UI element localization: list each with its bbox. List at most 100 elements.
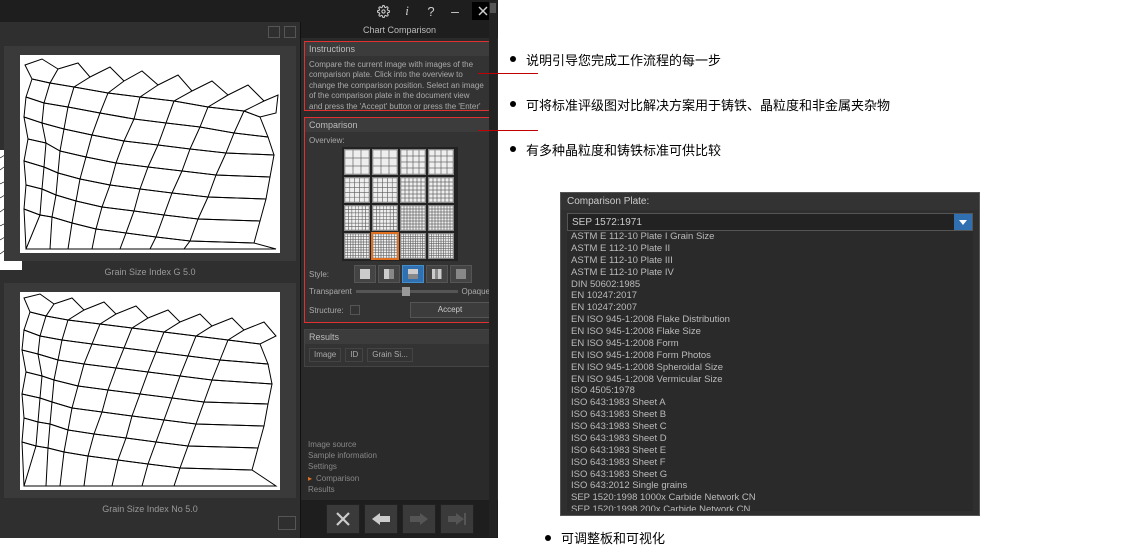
comparison-cell[interactable] bbox=[428, 205, 454, 231]
dropdown-item[interactable]: ISO 643:1983 Sheet G bbox=[567, 469, 973, 481]
bullet-icon bbox=[510, 146, 516, 152]
step-comparison[interactable]: Comparison bbox=[316, 473, 359, 484]
structure-value[interactable] bbox=[350, 305, 360, 315]
instructions-scrollbar[interactable] bbox=[489, 1, 497, 537]
callout-3-text: 有多种晶粒度和铸铁标准可供比较 bbox=[526, 140, 721, 159]
dropdown-item[interactable]: EN 10247:2007 bbox=[567, 302, 973, 314]
thumbnail-toggle-icon[interactable] bbox=[278, 516, 296, 530]
dropdown-item[interactable]: EN ISO 945-1:2008 Form bbox=[567, 338, 973, 350]
accept-button[interactable]: Accept bbox=[410, 302, 490, 318]
view-toggle-2[interactable] bbox=[284, 26, 296, 38]
comparison-cell[interactable] bbox=[372, 149, 398, 175]
dropdown-item[interactable]: ISO 643:1983 Sheet F bbox=[567, 457, 973, 469]
titlebar: i ? – bbox=[0, 0, 498, 22]
results-col-grain: Grain Si... bbox=[367, 348, 413, 362]
results-header: Results bbox=[305, 330, 494, 344]
step-image-source[interactable]: Image source bbox=[308, 439, 356, 450]
comparison-cell[interactable] bbox=[372, 233, 398, 259]
comparison-cell[interactable] bbox=[400, 205, 426, 231]
dropdown-item[interactable]: EN ISO 945-1:2008 Form Photos bbox=[567, 350, 973, 362]
dropdown-item[interactable]: SEP 1520:1998 1000x Carbide Network CN bbox=[567, 492, 973, 504]
transparent-label: Transparent bbox=[309, 287, 352, 296]
instructions-text: Compare the current image with images of… bbox=[305, 56, 494, 110]
style-option-3[interactable] bbox=[402, 265, 424, 283]
dropdown-header: Comparison Plate: bbox=[561, 193, 979, 210]
info-icon[interactable]: i bbox=[400, 4, 414, 18]
style-option-1[interactable] bbox=[354, 265, 376, 283]
dropdown-item[interactable]: ISO 643:1983 Sheet D bbox=[567, 433, 973, 445]
comparison-cell[interactable] bbox=[428, 149, 454, 175]
dropdown-item[interactable]: ASTM E 112-10 Plate I Grain Size bbox=[567, 231, 973, 243]
sample-image-bottom[interactable] bbox=[4, 283, 296, 498]
help-icon[interactable]: ? bbox=[424, 4, 438, 18]
dropdown-item[interactable]: ISO 643:1983 Sheet A bbox=[567, 397, 973, 409]
back-button[interactable] bbox=[364, 504, 398, 534]
comparison-cell[interactable] bbox=[372, 177, 398, 203]
overview-label: Overview: bbox=[309, 136, 490, 145]
comparison-header: Comparison bbox=[305, 118, 494, 132]
workflow-steps: Image source Sample information Settings… bbox=[304, 437, 495, 497]
opaque-label: Opaque bbox=[462, 287, 490, 296]
dropdown-item[interactable]: EN ISO 945-1:2008 Flake Size bbox=[567, 326, 973, 338]
comparison-cell[interactable] bbox=[400, 149, 426, 175]
style-option-5[interactable] bbox=[450, 265, 472, 283]
dropdown-select[interactable]: SEP 1572:1971 bbox=[567, 213, 973, 231]
comparison-cell[interactable] bbox=[372, 205, 398, 231]
step-results[interactable]: Results bbox=[308, 484, 335, 495]
chevron-down-icon[interactable] bbox=[954, 214, 972, 230]
dropdown-item[interactable]: EN 10247:2017 bbox=[567, 290, 973, 302]
dropdown-item[interactable]: ASTM E 112-10 Plate II bbox=[567, 243, 973, 255]
comparison-plate-dropdown: Comparison Plate: SEP 1572:1971 ASTM E 1… bbox=[560, 192, 980, 516]
dropdown-item[interactable]: ASTM E 112-10 Plate III bbox=[567, 255, 973, 267]
callout-1-text: 说明引导您完成工作流程的每一步 bbox=[526, 50, 721, 69]
dropdown-item[interactable]: EN ISO 945-1:2008 Flake Distribution bbox=[567, 314, 973, 326]
dropdown-list[interactable]: ASTM E 112-10 Plate I Grain SizeASTM E 1… bbox=[567, 231, 973, 511]
style-option-2[interactable] bbox=[378, 265, 400, 283]
comparison-box: Comparison Overview: Style: bbox=[304, 117, 495, 323]
grain-pattern-icon bbox=[20, 55, 280, 253]
dropdown-item[interactable]: ISO 643:1983 Sheet E bbox=[567, 445, 973, 457]
minimize-icon[interactable]: – bbox=[448, 4, 462, 18]
cancel-button[interactable] bbox=[326, 504, 360, 534]
dropdown-item[interactable]: ASTM E 112-10 Plate IV bbox=[567, 267, 973, 279]
style-option-4[interactable] bbox=[426, 265, 448, 283]
structure-label: Structure: bbox=[309, 306, 344, 315]
comparison-cell[interactable] bbox=[428, 233, 454, 259]
instructions-header: Instructions bbox=[305, 42, 494, 56]
dropdown-item[interactable]: EN ISO 945-1:2008 Spheroidal Size bbox=[567, 362, 973, 374]
dropdown-item[interactable]: DIN 50602:1985 bbox=[567, 279, 973, 291]
view-toggle-1[interactable] bbox=[268, 26, 280, 38]
gear-icon[interactable] bbox=[376, 4, 390, 18]
dropdown-item[interactable]: EN ISO 945-1:2008 Vermicular Size bbox=[567, 374, 973, 386]
dropdown-item[interactable]: SEP 1520:1998 200x Carbide Network CN bbox=[567, 504, 973, 511]
finish-button[interactable] bbox=[440, 504, 474, 534]
nav-row bbox=[301, 500, 498, 538]
grain-pattern-icon bbox=[20, 292, 280, 490]
comparison-cell[interactable] bbox=[428, 177, 454, 203]
next-button[interactable] bbox=[402, 504, 436, 534]
dropdown-item[interactable]: ISO 643:1983 Sheet B bbox=[567, 409, 973, 421]
comparison-cell[interactable] bbox=[400, 177, 426, 203]
bullet-icon bbox=[510, 56, 516, 62]
dropdown-item[interactable]: ISO 643:1983 Sheet C bbox=[567, 421, 973, 433]
comparison-cell[interactable] bbox=[344, 177, 370, 203]
step-sample-info[interactable]: Sample information bbox=[308, 450, 377, 461]
image-caption-bottom: Grain Size Index No 5.0 bbox=[4, 502, 296, 516]
instructions-box: Instructions Compare the current image w… bbox=[304, 41, 495, 111]
dropdown-item[interactable]: ISO 4505:1978 bbox=[567, 385, 973, 397]
opacity-slider[interactable] bbox=[356, 290, 458, 293]
sample-image-top[interactable] bbox=[4, 46, 296, 261]
comparison-cell[interactable] bbox=[344, 205, 370, 231]
callout-1: 说明引导您完成工作流程的每一步 bbox=[510, 50, 1130, 69]
comparison-cell[interactable] bbox=[400, 233, 426, 259]
image-column: Grain Size Index G 5.0 bbox=[0, 22, 300, 538]
comparison-cell[interactable] bbox=[344, 149, 370, 175]
step-settings[interactable]: Settings bbox=[308, 461, 337, 472]
bullet-icon bbox=[545, 535, 551, 541]
comparison-cell[interactable] bbox=[344, 233, 370, 259]
callout-2-text: 可将标准评级图对比解决方案用于铸铁、晶粒度和非金属夹杂物 bbox=[526, 95, 890, 114]
dropdown-item[interactable]: ISO 643:2012 Single grains bbox=[567, 480, 973, 492]
callout-3: 有多种晶粒度和铸铁标准可供比较 bbox=[510, 140, 1130, 159]
dropdown-selected-value: SEP 1572:1971 bbox=[572, 217, 642, 228]
comparison-plate-grid bbox=[342, 147, 458, 261]
